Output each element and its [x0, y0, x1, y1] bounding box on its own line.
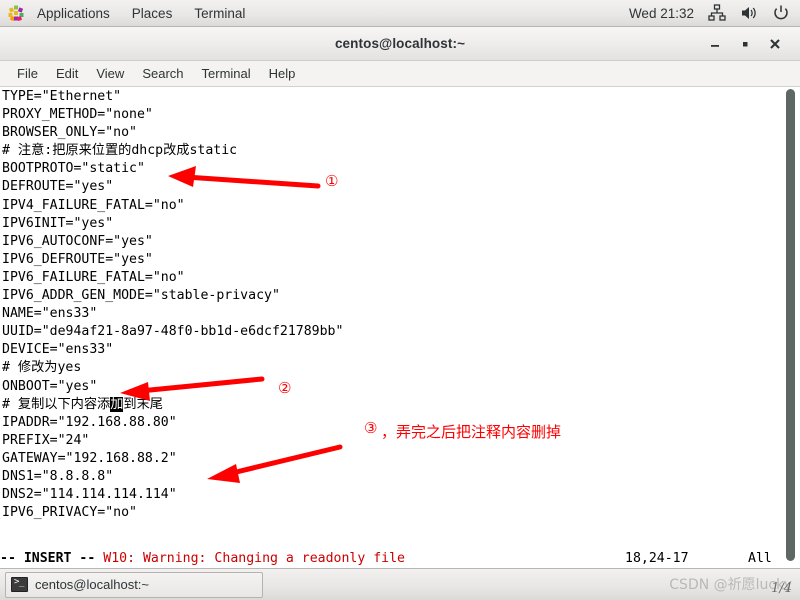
vim-mode-indicator: -- INSERT --: [0, 550, 96, 566]
terminal-line: PREFIX="24": [2, 432, 90, 448]
taskbar-item-terminal[interactable]: centos@localhost:~: [5, 571, 263, 598]
panel-clock[interactable]: Wed 21:32: [629, 6, 694, 21]
vim-status-line: -- INSERT -- W10: Warning: Changing a re…: [0, 548, 800, 568]
terminal-line: UUID="de94af21-8a97-48f0-bb1d-e6dcf21789…: [2, 324, 344, 340]
page-number: 1/4: [771, 581, 792, 596]
scrollbar-thumb[interactable]: [786, 89, 795, 561]
terminal-line: BOOTPROTO="static": [2, 161, 145, 177]
terminal-text-area[interactable]: TYPE="Ethernet" PROXY_METHOD="none" BROWSE…: [2, 87, 800, 522]
terminal-menubar: File Edit View Search Terminal Help: [0, 61, 800, 87]
vim-cursor-position: 18,24-17: [625, 550, 689, 566]
volume-icon[interactable]: [740, 4, 758, 22]
terminal-line: IPV6_AUTOCONF="yes": [2, 233, 153, 249]
terminal-line: TYPE="Ethernet": [2, 89, 122, 104]
maximize-button[interactable]: [730, 31, 760, 57]
panel-menu-places[interactable]: Places: [121, 0, 184, 27]
window-title: centos@localhost:~: [334, 36, 466, 51]
terminal-line: DEFROUTE="yes": [2, 179, 114, 195]
minimize-button[interactable]: [700, 31, 730, 57]
terminal-line: DEVICE="ens33": [2, 342, 114, 358]
terminal-line: DNS2="114.114.114.114": [2, 487, 177, 503]
terminal-icon: [11, 577, 28, 592]
panel-menu-terminal[interactable]: Terminal: [183, 0, 256, 27]
menu-edit[interactable]: Edit: [47, 61, 87, 87]
terminal-line: # 注意:把原来位置的dhcp改成static: [2, 143, 238, 159]
menu-view[interactable]: View: [87, 61, 133, 87]
terminal-window: centos@localhost:~ File Edit View Search…: [0, 27, 800, 568]
terminal-line: # 复制以下内容添加到末尾: [2, 396, 163, 412]
panel-status-area: Wed 21:32: [629, 4, 800, 22]
terminal-line: DNS1="8.8.8.8": [2, 468, 114, 484]
terminal-viewport[interactable]: TYPE="Ethernet" PROXY_METHOD="none" BROWSE…: [0, 87, 800, 568]
terminal-line: IPADDR="192.168.88.80": [2, 414, 177, 430]
menu-search[interactable]: Search: [133, 61, 192, 87]
terminal-line: IPV6_DEFROUTE="yes": [2, 251, 153, 267]
terminal-line: IPV6_PRIVACY="no": [2, 505, 137, 521]
terminal-line: IPV6INIT="yes": [2, 215, 114, 231]
terminal-cursor: 加: [110, 396, 124, 412]
terminal-line: IPV6_FAILURE_FATAL="no": [2, 269, 185, 285]
network-icon[interactable]: [708, 4, 726, 22]
terminal-scrollbar[interactable]: [785, 89, 796, 563]
gnome-top-panel: Applications Places Terminal Wed 21:32: [0, 0, 800, 27]
terminal-line: ONBOOT="yes": [2, 378, 98, 394]
vim-scroll-indicator: All: [748, 550, 772, 566]
window-titlebar[interactable]: centos@localhost:~: [0, 27, 800, 61]
panel-menu-applications[interactable]: Applications: [26, 0, 121, 27]
close-button[interactable]: [760, 31, 790, 57]
terminal-line: PROXY_METHOD="none": [2, 107, 153, 123]
terminal-line: BROWSER_ONLY="no": [2, 125, 137, 141]
terminal-line: IPV4_FAILURE_FATAL="no": [2, 197, 185, 213]
window-controls: [700, 31, 800, 57]
terminal-line: IPV6_ADDR_GEN_MODE="stable-privacy": [2, 288, 280, 304]
power-icon[interactable]: [772, 4, 790, 22]
taskbar-item-label: centos@localhost:~: [35, 577, 150, 592]
menu-help[interactable]: Help: [260, 61, 305, 87]
applications-icon: [8, 5, 24, 21]
menu-file[interactable]: File: [8, 61, 47, 87]
window-list-taskbar: centos@localhost:~ CSDN @祈愿lucky 1/4: [0, 568, 800, 600]
terminal-line: NAME="ens33": [2, 306, 98, 322]
terminal-line: GATEWAY="192.168.88.2": [2, 450, 177, 466]
terminal-line: # 修改为yes: [2, 360, 82, 376]
menu-terminal[interactable]: Terminal: [193, 61, 260, 87]
vim-warning-message: W10: Warning: Changing a readonly file: [103, 550, 405, 566]
